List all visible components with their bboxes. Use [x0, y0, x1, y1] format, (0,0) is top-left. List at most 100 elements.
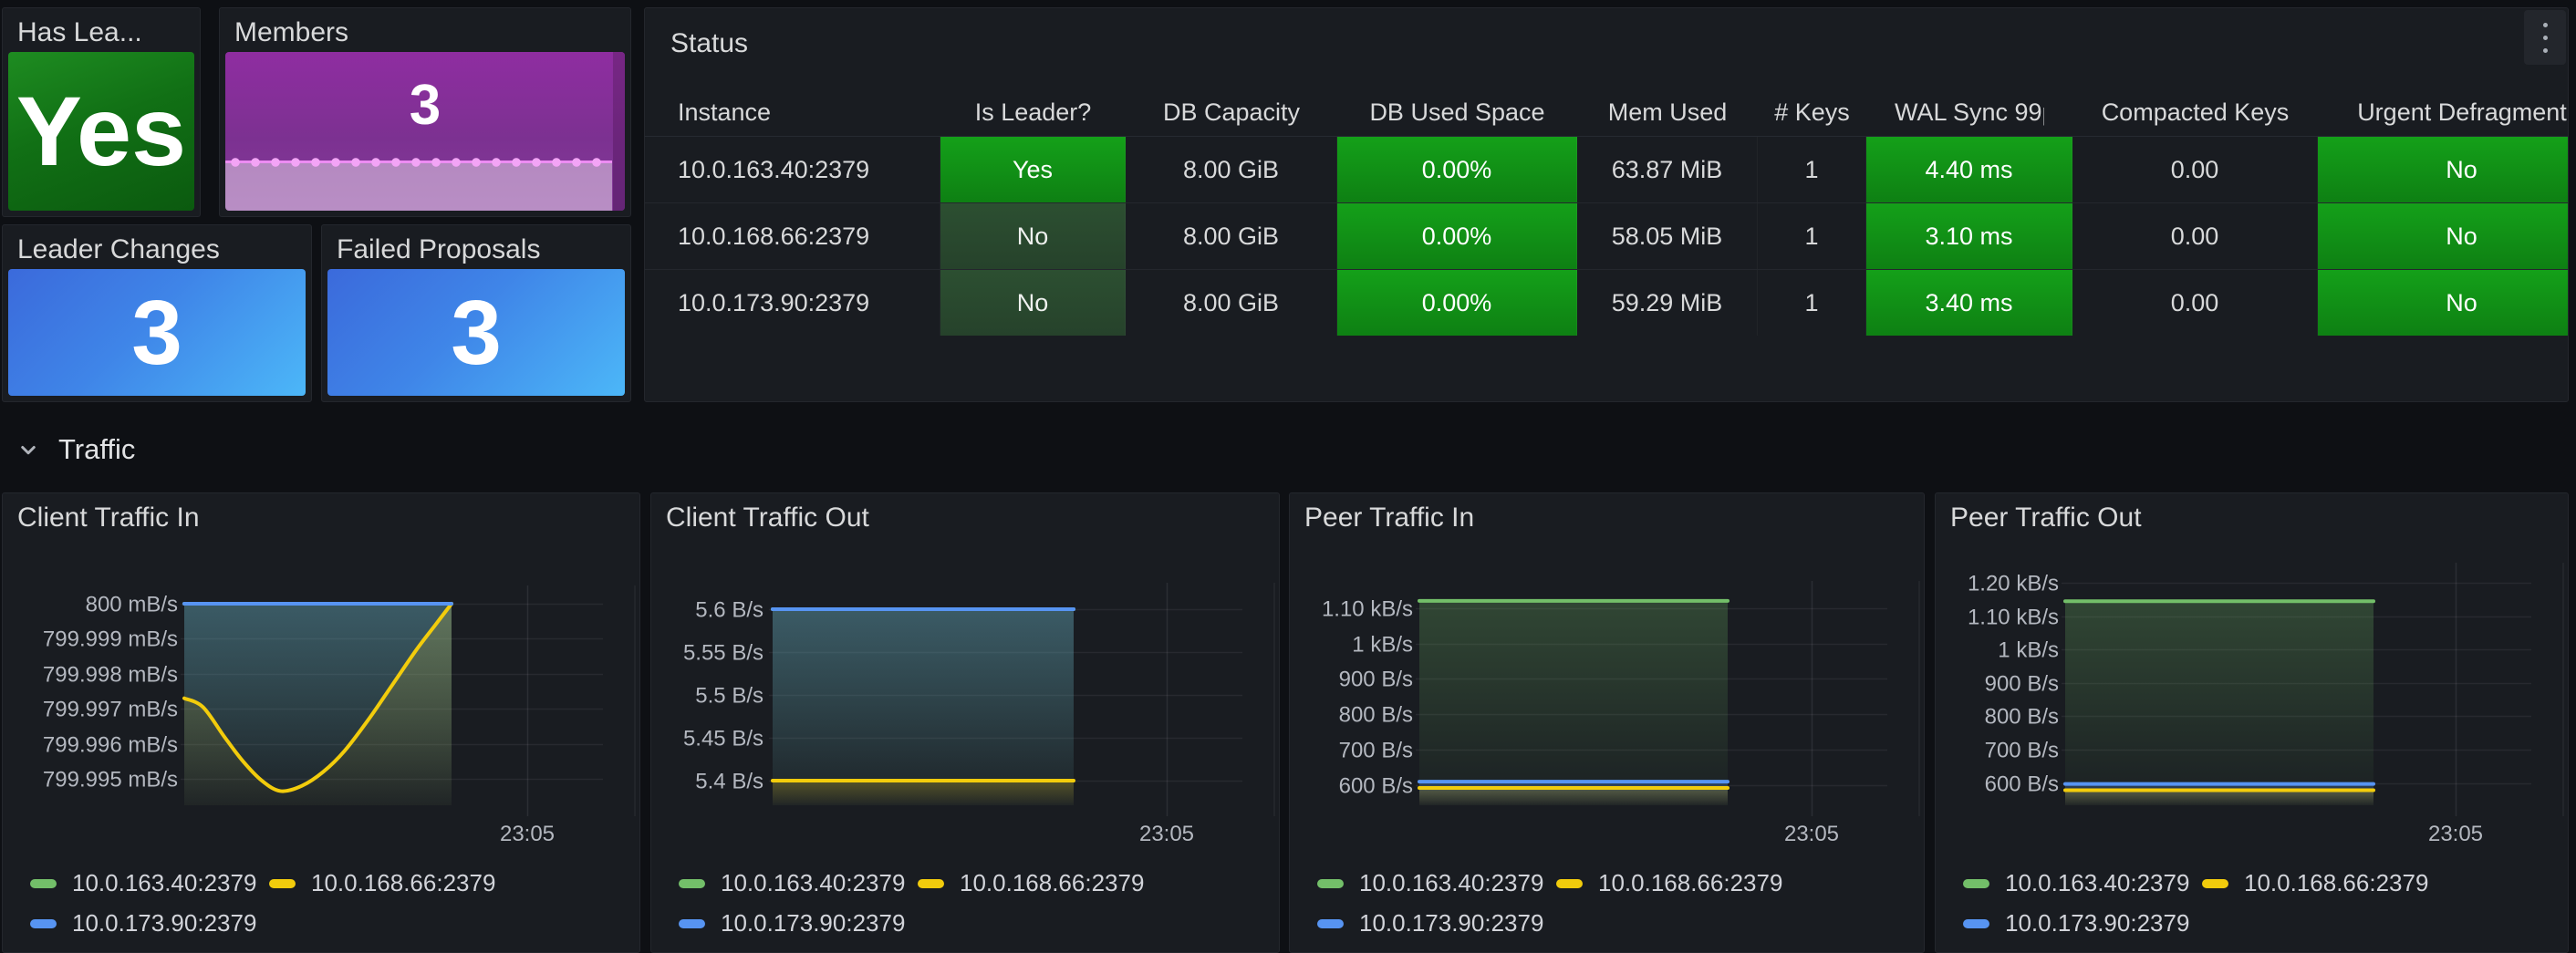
series-area-10.0.163.40:2379 [2065, 601, 2373, 805]
y-axis-tick-label: 5.55 B/s [683, 641, 763, 666]
y-axis-tick-label: 600 B/s [1985, 772, 2059, 797]
column-header[interactable]: # Keys [1758, 88, 1866, 136]
legend-item[interactable]: 10.0.173.90:2379 [30, 909, 256, 937]
stat-value-block: 3 [327, 269, 625, 396]
series-area-10.0.163.40:2379 [1419, 601, 1728, 805]
legend-item[interactable]: 10.0.168.66:2379 [2202, 869, 2428, 897]
column-header[interactable]: Instance [645, 88, 940, 136]
table-cell: 8.00 GiB [1126, 270, 1337, 336]
x-axis-tick-label: 23:05 [1139, 822, 1194, 846]
legend-item[interactable]: 10.0.173.90:2379 [679, 909, 905, 937]
chart-body: 1.10 kB/s1 kB/s900 B/s800 B/s700 B/s600 … [1290, 493, 1924, 952]
panel-title[interactable]: Failed Proposals [337, 234, 540, 265]
stat-panel-leader-changes: Leader Changes 3 [2, 224, 312, 402]
stat-value: 3 [131, 287, 182, 378]
sparkline-edge [613, 52, 625, 211]
legend-series-label: 10.0.163.40:2379 [1359, 869, 1543, 897]
column-header[interactable]: WAL Sync 99p [1866, 88, 2072, 136]
y-axis-tick-label: 800 B/s [1985, 705, 2059, 730]
y-axis-tick-label: 900 B/s [1985, 672, 2059, 697]
legend-item[interactable]: 10.0.163.40:2379 [1963, 869, 2189, 897]
table-cell: Yes [940, 137, 1126, 202]
y-axis-tick-label: 600 B/s [1339, 774, 1413, 799]
legend-series-label: 10.0.168.66:2379 [1598, 869, 1782, 897]
column-header[interactable]: DB Used Space [1337, 88, 1577, 136]
y-axis-tick-label: 900 B/s [1339, 668, 1413, 692]
table-cell: 58.05 MiB [1577, 203, 1758, 269]
y-axis-tick-label: 5.45 B/s [683, 727, 763, 751]
legend-item[interactable]: 10.0.173.90:2379 [1317, 909, 1543, 937]
chart-body: 1.20 kB/s1.10 kB/s1 kB/s900 B/s800 B/s70… [1936, 493, 2568, 952]
stat-panel-failed-proposals: Failed Proposals 3 [321, 224, 631, 402]
legend-item[interactable]: 10.0.168.66:2379 [269, 869, 495, 897]
status-table: InstanceIs Leader?DB CapacityDB Used Spa… [645, 88, 2568, 336]
stat-value-block: Yes [8, 52, 194, 211]
table-cell: 59.29 MiB [1577, 270, 1758, 336]
kebab-menu-icon[interactable] [2524, 10, 2566, 65]
legend-item[interactable]: 10.0.163.40:2379 [1317, 869, 1543, 897]
row-section-title: Traffic [58, 433, 135, 466]
panel-title[interactable]: Members [234, 17, 348, 48]
legend-item[interactable]: 10.0.168.66:2379 [1556, 869, 1782, 897]
y-axis-tick-label: 5.4 B/s [695, 770, 763, 794]
legend-series-color [269, 879, 296, 888]
legend-item[interactable]: 10.0.173.90:2379 [1963, 909, 2189, 937]
legend-series-color [679, 919, 705, 928]
table-cell: 4.40 ms [1866, 137, 2072, 202]
table-cell: No [940, 203, 1126, 269]
table-cell: 63.87 MiB [1577, 137, 1758, 202]
legend-series-color [1317, 879, 1344, 888]
x-axis-tick-label: 23:05 [1784, 822, 1839, 846]
panel-title[interactable]: Leader Changes [17, 234, 220, 265]
stat-value-block: 3 [8, 269, 306, 396]
table-cell: No [940, 270, 1126, 336]
table-cell: 0.00 [2072, 270, 2318, 336]
table-cell: No [2318, 270, 2569, 336]
legend-series-color [679, 879, 705, 888]
table-cell: No [2318, 203, 2569, 269]
column-header[interactable]: DB Capacity [1126, 88, 1337, 136]
legend-item[interactable]: 10.0.168.66:2379 [918, 869, 1144, 897]
chevron-down-icon [15, 436, 42, 463]
y-axis-tick-label: 799.996 mB/s [43, 733, 178, 758]
panel-title[interactable]: Has Lea... [17, 17, 142, 48]
legend-series-label: 10.0.168.66:2379 [311, 869, 495, 897]
stat-panel-has-leader: Has Lea... Yes [2, 7, 201, 217]
legend-series-color [1963, 879, 1989, 888]
column-header[interactable]: Urgent Defragment [2318, 88, 2569, 136]
legend-series-label: 10.0.173.90:2379 [2005, 909, 2189, 937]
legend-series-label: 10.0.173.90:2379 [72, 909, 256, 937]
table-row: 10.0.173.90:2379No8.00 GiB0.00%59.29 MiB… [645, 269, 2568, 336]
y-axis-tick-label: 5.6 B/s [695, 598, 763, 623]
legend-series-label: 10.0.173.90:2379 [721, 909, 905, 937]
legend-series-color [1317, 919, 1344, 928]
y-axis-tick-label: 799.998 mB/s [43, 663, 178, 688]
y-axis-tick-label: 700 B/s [1985, 739, 2059, 763]
y-axis-tick-label: 799.995 mB/s [43, 768, 178, 792]
y-axis-tick-label: 799.999 mB/s [43, 627, 178, 652]
status-table-panel: Status InstanceIs Leader?DB CapacityDB U… [644, 7, 2569, 402]
series-area-10.0.173.90:2379 [773, 609, 1074, 805]
chart-panel-client-traffic-in: Client Traffic In 800 mB/s799.999 mB/s79… [2, 492, 640, 953]
legend-series-color [1963, 919, 1989, 928]
table-cell: 0.00 [2072, 203, 2318, 269]
legend-series-color [30, 879, 57, 888]
legend-series-label: 10.0.168.66:2379 [960, 869, 1144, 897]
y-axis-tick-label: 700 B/s [1339, 739, 1413, 763]
column-header[interactable]: Mem Used [1577, 88, 1758, 136]
chart-panel-peer-traffic-in: Peer Traffic In 1.10 kB/s1 kB/s900 B/s80… [1289, 492, 1925, 953]
column-header[interactable]: Compacted Keys [2072, 88, 2318, 136]
table-cell: No [2318, 137, 2569, 202]
chart-body: 5.6 B/s 5.55 B/s 5.5 B/s 5.45 B/s 5.4 B/s 23:… [651, 493, 1279, 952]
y-axis-tick-label: 799.997 mB/s [43, 698, 178, 722]
chart-body: 800 mB/s799.999 mB/s799.998 mB/s799.997 … [3, 493, 639, 952]
row-section-traffic[interactable]: Traffic [15, 429, 135, 471]
legend-series-color [1556, 879, 1583, 888]
column-header[interactable]: Is Leader? [940, 88, 1126, 136]
legend-series-color [918, 879, 944, 888]
y-axis-tick-label: 5.5 B/s [695, 684, 763, 709]
table-cell: 0.00% [1337, 137, 1577, 202]
panel-title[interactable]: Status [670, 28, 748, 59]
legend-item[interactable]: 10.0.163.40:2379 [30, 869, 256, 897]
legend-item[interactable]: 10.0.163.40:2379 [679, 869, 905, 897]
